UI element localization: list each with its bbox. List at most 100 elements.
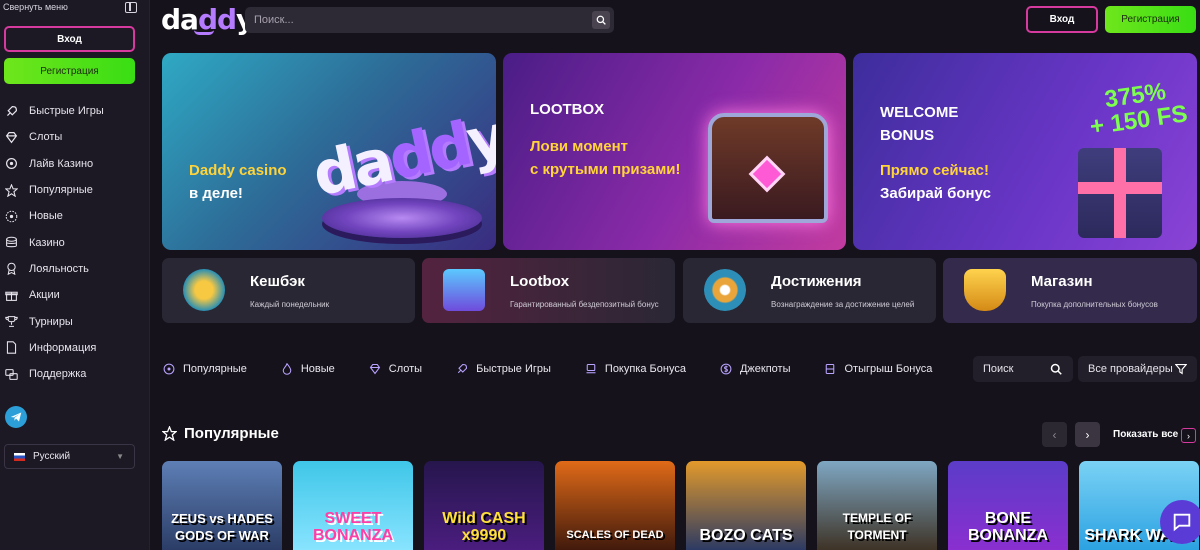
logo-prefix: da [161,3,199,36]
collapse-menu-label: Свернуть меню [3,2,68,12]
banner-title: LOOTBOX [530,101,605,118]
card-lootbox[interactable]: Lootbox Гарантированный бездепозитный бо… [422,258,675,323]
banner-title-line2: BONUS [880,127,935,144]
carousel-prev-button[interactable]: ‹ [1042,422,1067,447]
search-icon [1050,363,1062,375]
banner-lootbox[interactable]: LOOTBOX Лови момент с крутыми призами! [503,53,846,250]
telegram-icon[interactable] [5,406,27,428]
language-select[interactable]: Русский ▼ [4,444,135,469]
banner-line1: Прямо сейчас! [880,162,990,179]
game-search-label: Поиск [983,363,1014,375]
tab-slots[interactable]: Слоты [369,363,422,375]
search-input[interactable]: Поиск... [245,7,614,33]
shopping-basket-icon [964,269,1006,311]
sidebar-item-label: Быстрые Игры [29,105,104,118]
section-title-popular: Популярные [162,425,279,442]
chips-icon [4,236,18,250]
gift-box-icon [443,269,485,311]
sidebar-item-loyalty[interactable]: Лояльность [0,256,150,282]
game-tile[interactable]: BOZO CATS [686,461,806,550]
card-shop[interactable]: Магазин Покупка дополнительных бонусов [943,258,1197,323]
promo-amount: 375% + 150 FS [1085,76,1189,141]
banner-text: Прямо сейчас! Забирай бонус [880,159,991,205]
game-tile[interactable]: BONE BONANZA [948,461,1068,550]
sidebar-item-slots[interactable]: Слоты [0,124,150,150]
big-logo-accent: dd [382,109,476,195]
new-icon [4,209,18,223]
card-title: Магазин [1031,273,1093,290]
game-tile[interactable]: SCALES OF DEAD [555,461,675,550]
collapse-menu-button[interactable]: Свернуть меню [3,0,148,14]
show-all-link[interactable]: Показать все [1113,429,1178,440]
card-cashback[interactable]: Кешбэк Каждый понедельник [162,258,415,323]
sidebar-item-label: Популярные [29,184,93,197]
tab-bonus-buy[interactable]: Покупка Бонуса [585,363,686,375]
sidebar-register-button[interactable]: Регистрация [4,58,135,84]
banner-welcome-bonus[interactable]: WELCOME BONUS Прямо сейчас! Забирай бону… [853,53,1197,250]
sidebar-item-support[interactable]: Поддержка [0,361,150,387]
star-icon [4,183,18,197]
register-button[interactable]: Регистрация [1105,6,1196,33]
star-icon [162,426,177,441]
card-subtitle: Вознаграждение за достижение целей [771,300,915,309]
sidebar-item-information[interactable]: Информация [0,335,150,361]
sidebar-item-promotions[interactable]: Акции [0,282,150,308]
tab-bonus-wagering[interactable]: Отыгрыш Бонуса [824,363,932,375]
sidebar-item-label: Казино [29,236,65,249]
sidebar-item-tournaments[interactable]: Турниры [0,308,150,334]
game-title: Wild CASH x9990 [442,510,526,544]
sidebar-collapse-icon[interactable] [125,1,137,13]
card-title: Кешбэк [250,273,305,290]
search-icon[interactable] [592,11,610,29]
tab-label: Быстрые Игры [476,363,551,375]
sidebar-login-button[interactable]: Вход [4,26,135,52]
chat-support-button[interactable] [1160,500,1200,544]
tab-new[interactable]: Новые [281,363,335,375]
sidebar-item-popular[interactable]: Популярные [0,177,150,203]
treasure-chest-image [708,113,828,223]
tab-jackpots[interactable]: Джекпоты [720,363,791,375]
game-tile[interactable]: ZEUS vs HADES GODS OF WAR [162,461,282,550]
language-label: Русский [33,451,71,462]
game-title: ZEUS vs HADES GODS OF WAR [171,511,273,543]
banner-daddy-casino[interactable]: daddy Daddy casino в деле! [162,53,496,250]
chevron-right-icon: › [1085,427,1090,442]
card-achievements[interactable]: Достижения Вознаграждение за достижение … [683,258,936,323]
slot-machine-icon [826,363,835,375]
banner-title-line1: WELCOME [880,104,959,121]
sidebar-item-live-casino[interactable]: Лайв Казино [0,151,150,177]
search-placeholder: Поиск... [254,14,294,26]
tab-label: Популярные [183,363,247,375]
tab-fast-games[interactable]: Быстрые Игры [456,363,551,375]
tab-label: Отыгрыш Бонуса [844,363,933,375]
login-button[interactable]: Вход [1026,6,1098,33]
dollar-coin-icon [720,363,732,375]
soccer-ball-icon [163,363,175,375]
banner-line1: Daddy casino [189,162,287,179]
cart-icon [586,363,596,374]
gift-box-image [1078,148,1162,238]
game-search-input[interactable]: Поиск [973,356,1073,382]
card-subtitle: Каждый понедельник [250,300,330,309]
carousel-next-button[interactable]: › [1075,422,1100,447]
game-tile[interactable]: TEMPLE OF TORMENT [817,461,937,550]
diamond-icon [4,130,18,144]
game-title: BOZO CATS [699,527,793,544]
games-row: ZEUS vs HADES GODS OF WAR SWEET BONANZA … [162,461,1199,550]
tab-popular[interactable]: Популярные [163,363,247,375]
providers-filter[interactable]: Все провайдеры [1078,356,1197,382]
banner-text: Лови момент с крутыми призами! [530,135,681,181]
diamond-icon [369,363,380,375]
banner-line2: с крутыми призами! [530,161,681,178]
sidebar-item-label: Лайв Казино [29,157,94,170]
game-title: TEMPLE OF TORMENT [842,511,912,542]
sidebar-item-fast-games[interactable]: Быстрые Игры [0,98,150,124]
sidebar-item-new[interactable]: Новые [0,203,150,229]
game-tile[interactable]: SWEET BONANZA [293,461,413,550]
chat-icon [1173,513,1191,532]
tab-label: Джекпоты [739,363,791,375]
game-tile[interactable]: Wild CASH x9990 [424,461,544,550]
sidebar-item-label: Турниры [29,315,73,328]
sidebar-item-casino[interactable]: Казино [0,229,150,255]
chevron-right-icon[interactable]: › [1181,428,1196,443]
